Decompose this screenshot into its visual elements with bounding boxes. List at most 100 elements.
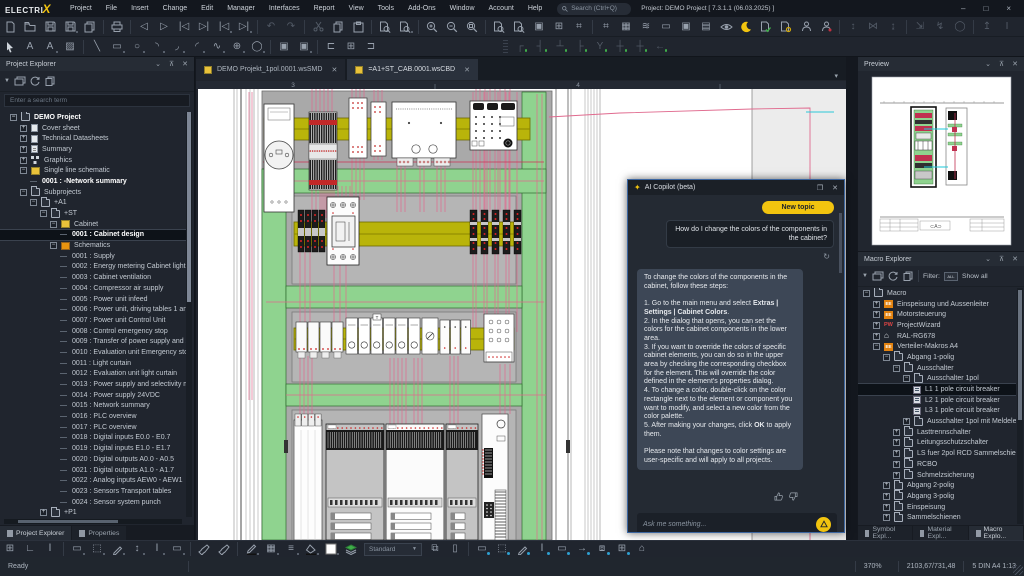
toolbar-icon[interactable] — [462, 19, 482, 35]
toolbar-icon[interactable] — [80, 19, 100, 35]
menu-report[interactable]: Report — [307, 5, 342, 12]
toolbar-icon[interactable]: ← — [650, 39, 670, 55]
toolbar-icon[interactable] — [214, 542, 234, 557]
tree-item[interactable]: 0015 : Network summary — [0, 401, 186, 412]
toolbar-icon[interactable]: ▭ — [656, 19, 676, 35]
toolbar-icon[interactable]: ↥ — [977, 19, 997, 35]
toolbar-icon[interactable] — [716, 19, 736, 35]
toolbar-icon[interactable]: |◁ — [214, 19, 234, 35]
toolbar-icon[interactable]: ⊐ — [361, 39, 381, 55]
tree-item[interactable]: −Ausschalter — [858, 363, 1016, 374]
toolbar-icon[interactable] — [422, 19, 442, 35]
filter-badge[interactable]: ALL — [944, 272, 958, 281]
toolbar-icon[interactable] — [194, 542, 214, 557]
toolbar-icon[interactable]: ┼ — [630, 39, 650, 55]
tree-search-input[interactable]: Enter a search term — [4, 94, 190, 107]
tree-item[interactable]: 0001 : Cabinet design — [0, 230, 186, 241]
toolbar-icon[interactable]: A — [40, 39, 60, 55]
toolbar-icon[interactable]: ◜ — [187, 39, 207, 55]
tree-item[interactable]: −Abgang 1-polig — [858, 352, 1016, 363]
menu-project[interactable]: Project — [63, 5, 99, 12]
toolbar-icon[interactable]: ▣ — [529, 19, 549, 35]
toolbar-icon[interactable]: ┼ — [610, 39, 630, 55]
tree-item[interactable]: L2 1 pole circuit breaker — [858, 395, 1016, 406]
maximize-icon[interactable]: ❒ — [817, 184, 823, 192]
tree-item[interactable]: 0007 : Power unit Control Unit — [0, 315, 186, 326]
tree-item[interactable]: 0008 : Control emergency stop — [0, 326, 186, 337]
global-search[interactable]: Search (Ctrl+Q) — [557, 3, 631, 15]
toolbar-icon[interactable] — [341, 542, 361, 557]
filter-value[interactable]: Show all — [962, 273, 988, 280]
toolbar-icon[interactable]: ⧉ — [425, 542, 445, 557]
toolbar-icon[interactable]: ◯ — [950, 19, 970, 35]
toolbar-icon[interactable] — [301, 542, 321, 557]
menu-file[interactable]: File — [99, 5, 124, 12]
toolbar-icon[interactable]: ∟ — [20, 542, 40, 557]
toolbar-icon[interactable]: ∿ — [207, 39, 227, 55]
dropdown-caret-icon[interactable]: ▼ — [862, 273, 868, 279]
tree-item[interactable]: 0009 : Transfer of power supply and sig — [0, 336, 186, 347]
tree-item[interactable]: +Einspeisung — [858, 502, 1016, 513]
tree-item[interactable]: 0004 : Compressor air supply — [0, 283, 186, 294]
toolbar-icon[interactable]: ▭ — [167, 542, 187, 557]
vertical-scrollbar[interactable] — [1017, 288, 1023, 524]
toolbar-icon[interactable] — [756, 19, 776, 35]
thumbs-down-icon[interactable] — [789, 492, 798, 501]
toolbar-icon[interactable]: ⊞ — [341, 39, 361, 55]
tree-item[interactable]: 0006 : Power unit, driving tables 1 and — [0, 304, 186, 315]
toolbar-icon[interactable]: Ⅰ — [532, 542, 552, 557]
tree-item[interactable]: −Subprojects — [0, 187, 186, 198]
tree-item[interactable]: −+ST — [0, 208, 186, 219]
tree-item[interactable]: −Single line schematic — [0, 165, 186, 176]
regenerate-icon[interactable]: ↻ — [823, 252, 830, 261]
folders-icon[interactable] — [14, 76, 26, 86]
toolbar-icon[interactable] — [107, 19, 127, 35]
close-icon[interactable]: ✕ — [1012, 255, 1018, 263]
toolbar-icon[interactable]: ▭ — [67, 542, 87, 557]
toolbar-icon[interactable]: ⌗ — [596, 19, 616, 35]
toolbar-icon[interactable] — [40, 19, 60, 35]
tree-item[interactable]: 0024 : Sensor system punch — [0, 497, 186, 508]
close-tab-icon[interactable]: ✕ — [331, 66, 337, 74]
panel-tab-material-expl-[interactable]: Material Expl... — [913, 526, 968, 540]
menu-help[interactable]: Help — [521, 5, 549, 12]
menu-tools[interactable]: Tools — [371, 5, 401, 12]
toolbar-icon[interactable]: ◁ — [134, 19, 154, 35]
send-button[interactable] — [816, 517, 831, 532]
tree-item[interactable]: 0011 : Light curtain — [0, 358, 186, 369]
menu-interfaces[interactable]: Interfaces — [262, 5, 307, 12]
tree-item[interactable]: 0022 : Analog inputs AEW0 - AEW1 — [0, 475, 186, 486]
copilot-input[interactable]: Ask me something... — [637, 513, 837, 532]
toolbar-icon[interactable]: ▨ — [60, 39, 80, 55]
toolbar-icon[interactable] — [375, 19, 395, 35]
document-tab[interactable]: =A1+ST_CAB.0001.wsCBD✕ — [347, 59, 478, 80]
toolbar-icon[interactable]: ⌂ — [632, 542, 652, 557]
new-topic-button[interactable]: New topic — [762, 201, 834, 214]
toolbar-icon[interactable]: ┤ — [530, 39, 550, 55]
toolbar-icon[interactable]: ↯ — [930, 19, 950, 35]
toolbar-icon[interactable]: ⊞ — [549, 19, 569, 35]
toolbar-icon[interactable]: ▭ — [552, 542, 572, 557]
tree-item[interactable]: 0013 : Power supply and selectivity mo — [0, 379, 186, 390]
tree-item[interactable]: 0010 : Evaluation unit Emergency stop — [0, 347, 186, 358]
collapse-icon[interactable]: ⌄ — [985, 60, 991, 68]
toolbar-icon[interactable]: ▣ — [676, 19, 696, 35]
toolbar-icon[interactable]: ⇲ — [910, 19, 930, 35]
tree-item[interactable]: +PWProjectWizard — [858, 320, 1016, 331]
dropdown-caret-icon[interactable]: ▼ — [4, 78, 10, 84]
close-icon[interactable]: ✕ — [182, 60, 188, 68]
tree-item[interactable]: 0014 : Power supply 24VDC — [0, 390, 186, 401]
toolbar-icon[interactable] — [321, 542, 341, 557]
toolbar-icon[interactable] — [0, 39, 20, 55]
collapse-icon[interactable]: ⌄ — [155, 60, 161, 68]
close-button[interactable]: × — [997, 4, 1020, 13]
tree-item[interactable]: +Lasttrennschalter — [858, 427, 1016, 438]
toolbar-icon[interactable] — [442, 19, 462, 35]
tree-item[interactable]: 0001 : -Network summary — [0, 176, 186, 187]
refresh-icon[interactable] — [30, 76, 41, 86]
toolbar-icon[interactable]: ⌗ — [569, 19, 589, 35]
toolbar-icon[interactable]: ◞ — [167, 39, 187, 55]
menu-window[interactable]: Window — [443, 5, 482, 12]
toolbar-icon[interactable]: ▣ — [294, 39, 314, 55]
toolbar-icon[interactable]: ▷| — [234, 19, 254, 35]
